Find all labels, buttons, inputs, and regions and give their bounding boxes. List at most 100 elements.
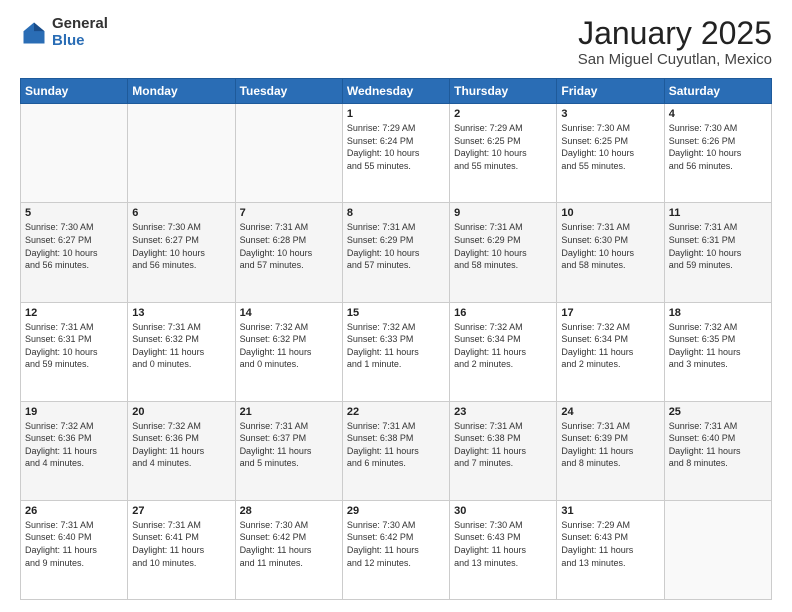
table-row: 6Sunrise: 7:30 AM Sunset: 6:27 PM Daylig… <box>128 203 235 302</box>
day-number: 9 <box>454 207 552 219</box>
day-number: 21 <box>240 406 338 418</box>
day-number: 13 <box>132 307 230 319</box>
day-number: 29 <box>347 505 445 517</box>
table-row: 13Sunrise: 7:31 AM Sunset: 6:32 PM Dayli… <box>128 302 235 401</box>
table-row: 3 Sunrise: 7:30 AM Sunset: 6:25 PM Daylig… <box>557 104 664 203</box>
day-number: 15 <box>347 307 445 319</box>
day-info: Sunrise: 7:31 AM Sunset: 6:41 PM Dayligh… <box>132 519 230 569</box>
day-number: 26 <box>25 505 123 517</box>
col-wednesday: Wednesday <box>342 79 449 104</box>
col-tuesday: Tuesday <box>235 79 342 104</box>
day-info: Sunrise: 7:31 AM Sunset: 6:39 PM Dayligh… <box>561 420 659 470</box>
day-info: Sunrise: 7:29 AM Sunset: 6:24 PM Dayligh… <box>347 122 445 172</box>
day-number: 4 <box>669 108 767 120</box>
table-row: 21 Sunrise: 7:31 AM Sunset: 6:37 PM Dayli… <box>235 401 342 500</box>
table-row <box>128 104 235 203</box>
day-info: Sunrise: 7:30 AM Sunset: 6:43 PM Dayligh… <box>454 519 552 569</box>
day-info: Sunrise: 7:31 AM Sunset: 6:28 PM Dayligh… <box>240 221 338 271</box>
logo-icon <box>20 19 48 47</box>
day-info: Sunrise: 7:31 AM Sunset: 6:29 PM Dayligh… <box>347 221 445 271</box>
table-row: 14 Sunrise: 7:32 AM Sunset: 6:32 PM Dayli… <box>235 302 342 401</box>
table-row <box>664 500 771 599</box>
calendar-header-row: Sunday Monday Tuesday Wednesday Thursday… <box>21 79 772 104</box>
day-info: Sunrise: 7:30 AM Sunset: 6:26 PM Dayligh… <box>669 122 767 172</box>
day-info: Sunrise: 7:30 AM Sunset: 6:25 PM Dayligh… <box>561 122 659 172</box>
table-row: 7Sunrise: 7:31 AM Sunset: 6:28 PM Daylig… <box>235 203 342 302</box>
table-row: 5 Sunrise: 7:30 AM Sunset: 6:27 PM Daylig… <box>21 203 128 302</box>
day-info: Sunrise: 7:30 AM Sunset: 6:42 PM Dayligh… <box>240 519 338 569</box>
day-number: 28 <box>240 505 338 517</box>
title-block: January 2025 San Miguel Cuyutlan, Mexico <box>578 16 772 68</box>
col-sunday: Sunday <box>21 79 128 104</box>
calendar-table: Sunday Monday Tuesday Wednesday Thursday… <box>20 78 772 600</box>
day-info: Sunrise: 7:30 AM Sunset: 6:27 PM Dayligh… <box>132 221 230 271</box>
col-friday: Friday <box>557 79 664 104</box>
day-info: Sunrise: 7:31 AM Sunset: 6:37 PM Dayligh… <box>240 420 338 470</box>
logo-general: General <box>52 16 108 33</box>
table-row: 25 Sunrise: 7:31 AM Sunset: 6:40 PM Dayli… <box>664 401 771 500</box>
day-number: 23 <box>454 406 552 418</box>
day-number: 17 <box>561 307 659 319</box>
day-number: 3 <box>561 108 659 120</box>
table-row: 10 Sunrise: 7:31 AM Sunset: 6:30 PM Dayli… <box>557 203 664 302</box>
table-row: 24 Sunrise: 7:31 AM Sunset: 6:39 PM Dayli… <box>557 401 664 500</box>
table-row: 17Sunrise: 7:32 AM Sunset: 6:34 PM Dayli… <box>557 302 664 401</box>
day-info: Sunrise: 7:31 AM Sunset: 6:40 PM Dayligh… <box>669 420 767 470</box>
day-info: Sunrise: 7:32 AM Sunset: 6:34 PM Dayligh… <box>454 321 552 371</box>
table-row: 28 Sunrise: 7:30 AM Sunset: 6:42 PM Dayli… <box>235 500 342 599</box>
table-row <box>235 104 342 203</box>
day-number: 10 <box>561 207 659 219</box>
table-row: 16Sunrise: 7:32 AM Sunset: 6:34 PM Dayli… <box>450 302 557 401</box>
table-row: 15Sunrise: 7:32 AM Sunset: 6:33 PM Dayli… <box>342 302 449 401</box>
day-info: Sunrise: 7:31 AM Sunset: 6:30 PM Dayligh… <box>561 221 659 271</box>
table-row: 8Sunrise: 7:31 AM Sunset: 6:29 PM Daylig… <box>342 203 449 302</box>
day-info: Sunrise: 7:29 AM Sunset: 6:43 PM Dayligh… <box>561 519 659 569</box>
day-number: 1 <box>347 108 445 120</box>
day-info: Sunrise: 7:30 AM Sunset: 6:27 PM Dayligh… <box>25 221 123 271</box>
page: General Blue January 2025 San Miguel Cuy… <box>0 0 792 612</box>
day-number: 14 <box>240 307 338 319</box>
day-number: 27 <box>132 505 230 517</box>
calendar-week-4: 19Sunrise: 7:32 AM Sunset: 6:36 PM Dayli… <box>21 401 772 500</box>
day-number: 20 <box>132 406 230 418</box>
table-row: 20Sunrise: 7:32 AM Sunset: 6:36 PM Dayli… <box>128 401 235 500</box>
day-info: Sunrise: 7:31 AM Sunset: 6:29 PM Dayligh… <box>454 221 552 271</box>
col-monday: Monday <box>128 79 235 104</box>
day-info: Sunrise: 7:32 AM Sunset: 6:32 PM Dayligh… <box>240 321 338 371</box>
calendar-week-2: 5 Sunrise: 7:30 AM Sunset: 6:27 PM Daylig… <box>21 203 772 302</box>
month-title: January 2025 <box>578 16 772 51</box>
calendar-week-1: 1 Sunrise: 7:29 AM Sunset: 6:24 PM Daylig… <box>21 104 772 203</box>
day-number: 24 <box>561 406 659 418</box>
header: General Blue January 2025 San Miguel Cuy… <box>20 16 772 68</box>
day-info: Sunrise: 7:31 AM Sunset: 6:38 PM Dayligh… <box>347 420 445 470</box>
col-saturday: Saturday <box>664 79 771 104</box>
day-info: Sunrise: 7:30 AM Sunset: 6:42 PM Dayligh… <box>347 519 445 569</box>
day-info: Sunrise: 7:31 AM Sunset: 6:31 PM Dayligh… <box>25 321 123 371</box>
table-row: 11Sunrise: 7:31 AM Sunset: 6:31 PM Dayli… <box>664 203 771 302</box>
day-number: 22 <box>347 406 445 418</box>
table-row: 26 Sunrise: 7:31 AM Sunset: 6:40 PM Dayli… <box>21 500 128 599</box>
table-row: 1 Sunrise: 7:29 AM Sunset: 6:24 PM Daylig… <box>342 104 449 203</box>
day-number: 30 <box>454 505 552 517</box>
table-row: 29 Sunrise: 7:30 AM Sunset: 6:42 PM Dayli… <box>342 500 449 599</box>
day-number: 31 <box>561 505 659 517</box>
day-number: 12 <box>25 307 123 319</box>
day-number: 19 <box>25 406 123 418</box>
table-row: 4 Sunrise: 7:30 AM Sunset: 6:26 PM Daylig… <box>664 104 771 203</box>
table-row: 2Sunrise: 7:29 AM Sunset: 6:25 PM Daylig… <box>450 104 557 203</box>
day-number: 5 <box>25 207 123 219</box>
col-thursday: Thursday <box>450 79 557 104</box>
table-row <box>21 104 128 203</box>
day-number: 25 <box>669 406 767 418</box>
table-row: 27 Sunrise: 7:31 AM Sunset: 6:41 PM Dayli… <box>128 500 235 599</box>
day-number: 2 <box>454 108 552 120</box>
table-row: 31 Sunrise: 7:29 AM Sunset: 6:43 PM Dayli… <box>557 500 664 599</box>
day-info: Sunrise: 7:31 AM Sunset: 6:40 PM Dayligh… <box>25 519 123 569</box>
day-number: 18 <box>669 307 767 319</box>
day-info: Sunrise: 7:32 AM Sunset: 6:35 PM Dayligh… <box>669 321 767 371</box>
logo: General Blue <box>20 16 108 49</box>
table-row: 23Sunrise: 7:31 AM Sunset: 6:38 PM Dayli… <box>450 401 557 500</box>
calendar-week-3: 12 Sunrise: 7:31 AM Sunset: 6:31 PM Dayli… <box>21 302 772 401</box>
table-row: 22 Sunrise: 7:31 AM Sunset: 6:38 PM Dayli… <box>342 401 449 500</box>
day-info: Sunrise: 7:31 AM Sunset: 6:31 PM Dayligh… <box>669 221 767 271</box>
